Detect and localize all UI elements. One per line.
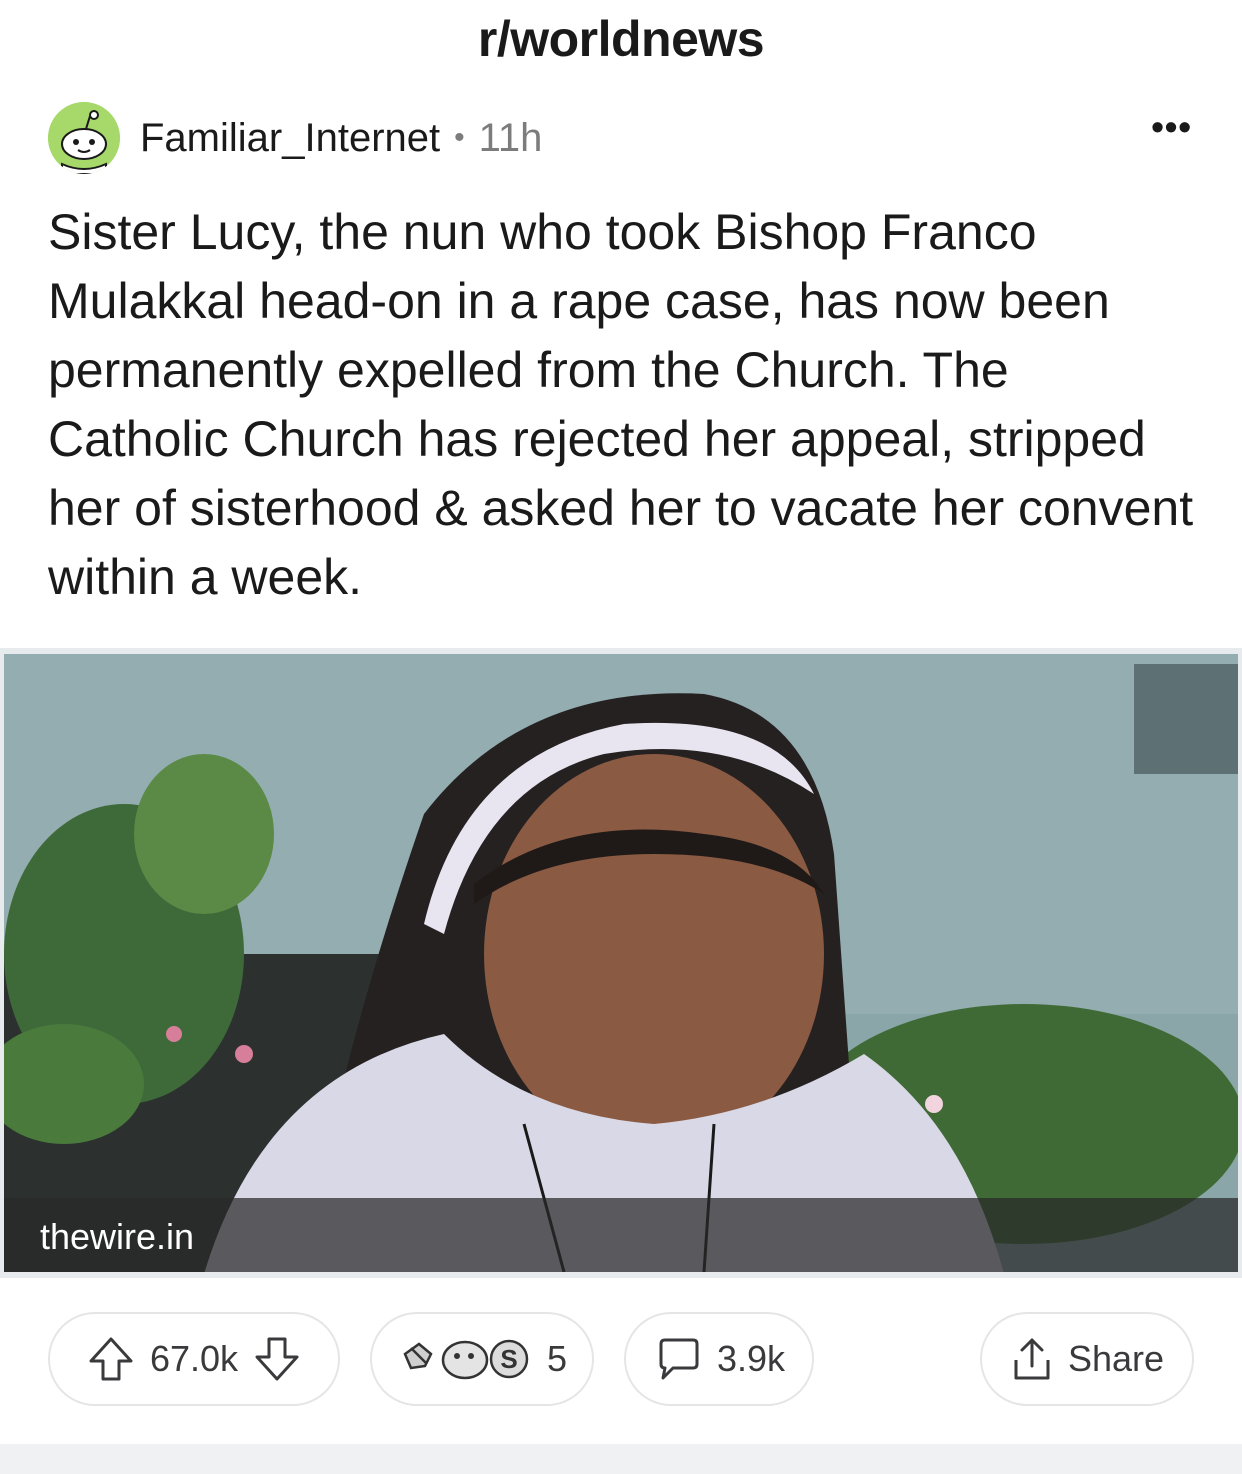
share-button[interactable]: Share [980, 1312, 1194, 1406]
svg-text:S: S [500, 1344, 517, 1374]
comment-bubble-icon [659, 1338, 699, 1380]
post-media[interactable]: thewire.in [0, 648, 1242, 1278]
meta-separator: • [454, 121, 465, 154]
snoo-avatar-icon [48, 102, 120, 174]
comments-button[interactable]: 3.9k [624, 1312, 814, 1406]
awards-count: 5 [546, 1338, 568, 1379]
downvote-arrow-icon[interactable] [252, 1334, 302, 1384]
user-avatar[interactable] [48, 102, 120, 174]
feed-divider [0, 1444, 1242, 1474]
link-caption-bar[interactable]: thewire.in [4, 1198, 1238, 1272]
post-actions: 67.0k S 5 3.9k Share [0, 1312, 1242, 1408]
vote-control: 67.0k [48, 1312, 340, 1406]
photo-nun-portrait-icon [4, 654, 1238, 1272]
subreddit-title[interactable]: r/worldnews [0, 10, 1242, 68]
upvote-arrow-icon[interactable] [86, 1334, 136, 1384]
post-author[interactable]: Familiar_Internet [140, 116, 440, 161]
more-options-icon[interactable]: ••• [1151, 106, 1192, 148]
awards-icon: S [403, 1339, 529, 1380]
vote-score: 67.0k [149, 1338, 239, 1379]
post-age: 11h [478, 115, 543, 160]
share-icon [1014, 1338, 1050, 1380]
link-domain[interactable]: thewire.in [40, 1216, 194, 1258]
post-title[interactable]: Sister Lucy, the nun who took Bishop Fra… [48, 198, 1198, 612]
share-label: Share [1067, 1338, 1165, 1379]
awards-button[interactable]: S 5 [370, 1312, 594, 1406]
comments-count: 3.9k [716, 1338, 786, 1379]
post-meta: Familiar_Internet • 11h [48, 100, 542, 176]
